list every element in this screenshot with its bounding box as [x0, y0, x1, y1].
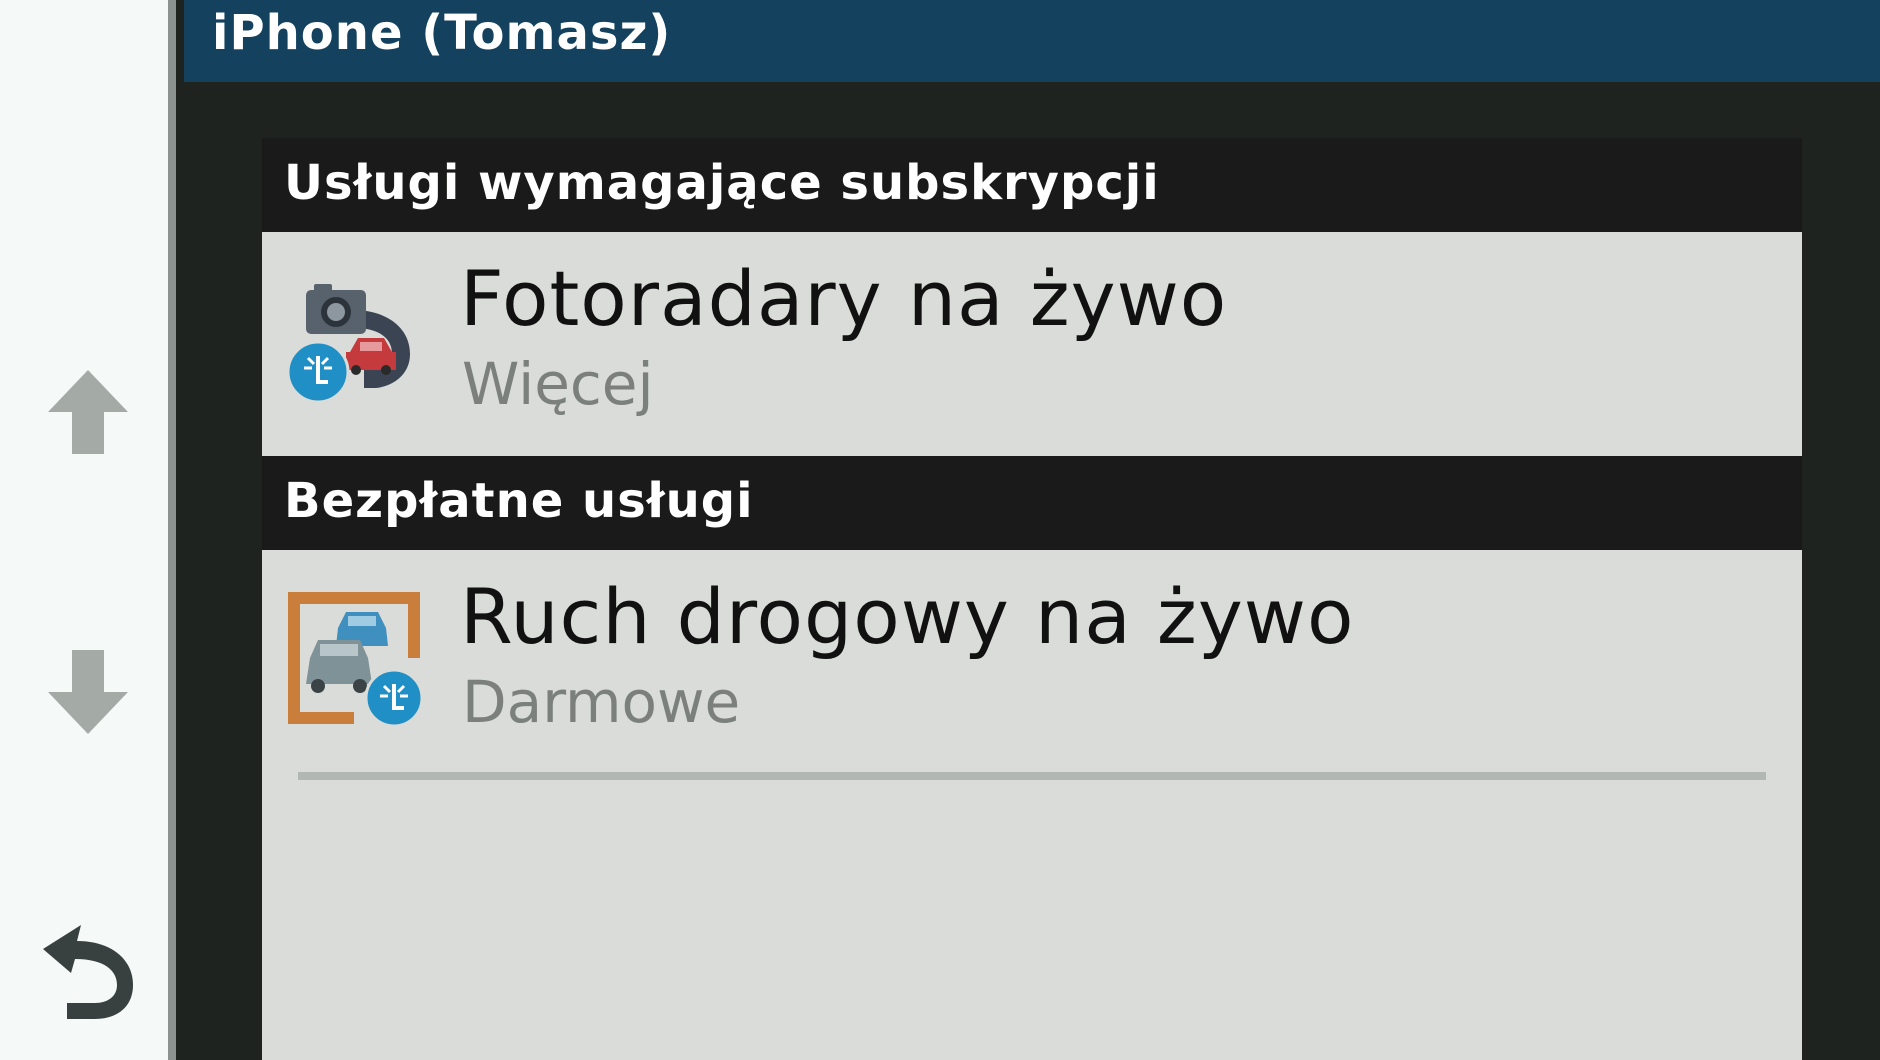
- scroll-down-button[interactable]: [28, 632, 148, 752]
- item-title: Fotoradary na żywo: [460, 254, 1228, 343]
- back-button[interactable]: [28, 914, 148, 1034]
- arrow-down-icon: [48, 650, 128, 734]
- device-title-bar: iPhone (Tomasz): [184, 0, 1880, 82]
- list-divider: [298, 772, 1766, 780]
- list-item-live-traffic[interactable]: Ruch drogowy na żywo Darmowe: [262, 550, 1802, 774]
- section-header-free: Bezpłatne usługi: [262, 456, 1802, 550]
- section-header-label: Usługi wymagające subskrypcji: [284, 155, 1160, 211]
- back-icon: [43, 925, 133, 1019]
- item-title: Ruch drogowy na żywo: [460, 572, 1355, 661]
- main-content: Usługi wymagające subskrypcji Fotoradary…: [184, 82, 1880, 1060]
- item-subtitle: Darmowe: [462, 668, 741, 736]
- device-title: iPhone (Tomasz): [212, 5, 672, 61]
- section-header-label: Bezpłatne usługi: [284, 473, 754, 529]
- section-header-subscription: Usługi wymagające subskrypcji: [262, 138, 1802, 232]
- list-item-live-speed-cameras[interactable]: Fotoradary na żywo Więcej: [262, 232, 1802, 456]
- left-nav-rail: [0, 0, 176, 1060]
- live-speed-camera-icon: [286, 284, 410, 404]
- scroll-up-button[interactable]: [28, 352, 148, 472]
- live-traffic-icon: [288, 592, 424, 728]
- arrow-up-icon: [48, 370, 128, 454]
- item-subtitle: Więcej: [462, 350, 654, 418]
- services-list: Usługi wymagające subskrypcji Fotoradary…: [262, 138, 1802, 1060]
